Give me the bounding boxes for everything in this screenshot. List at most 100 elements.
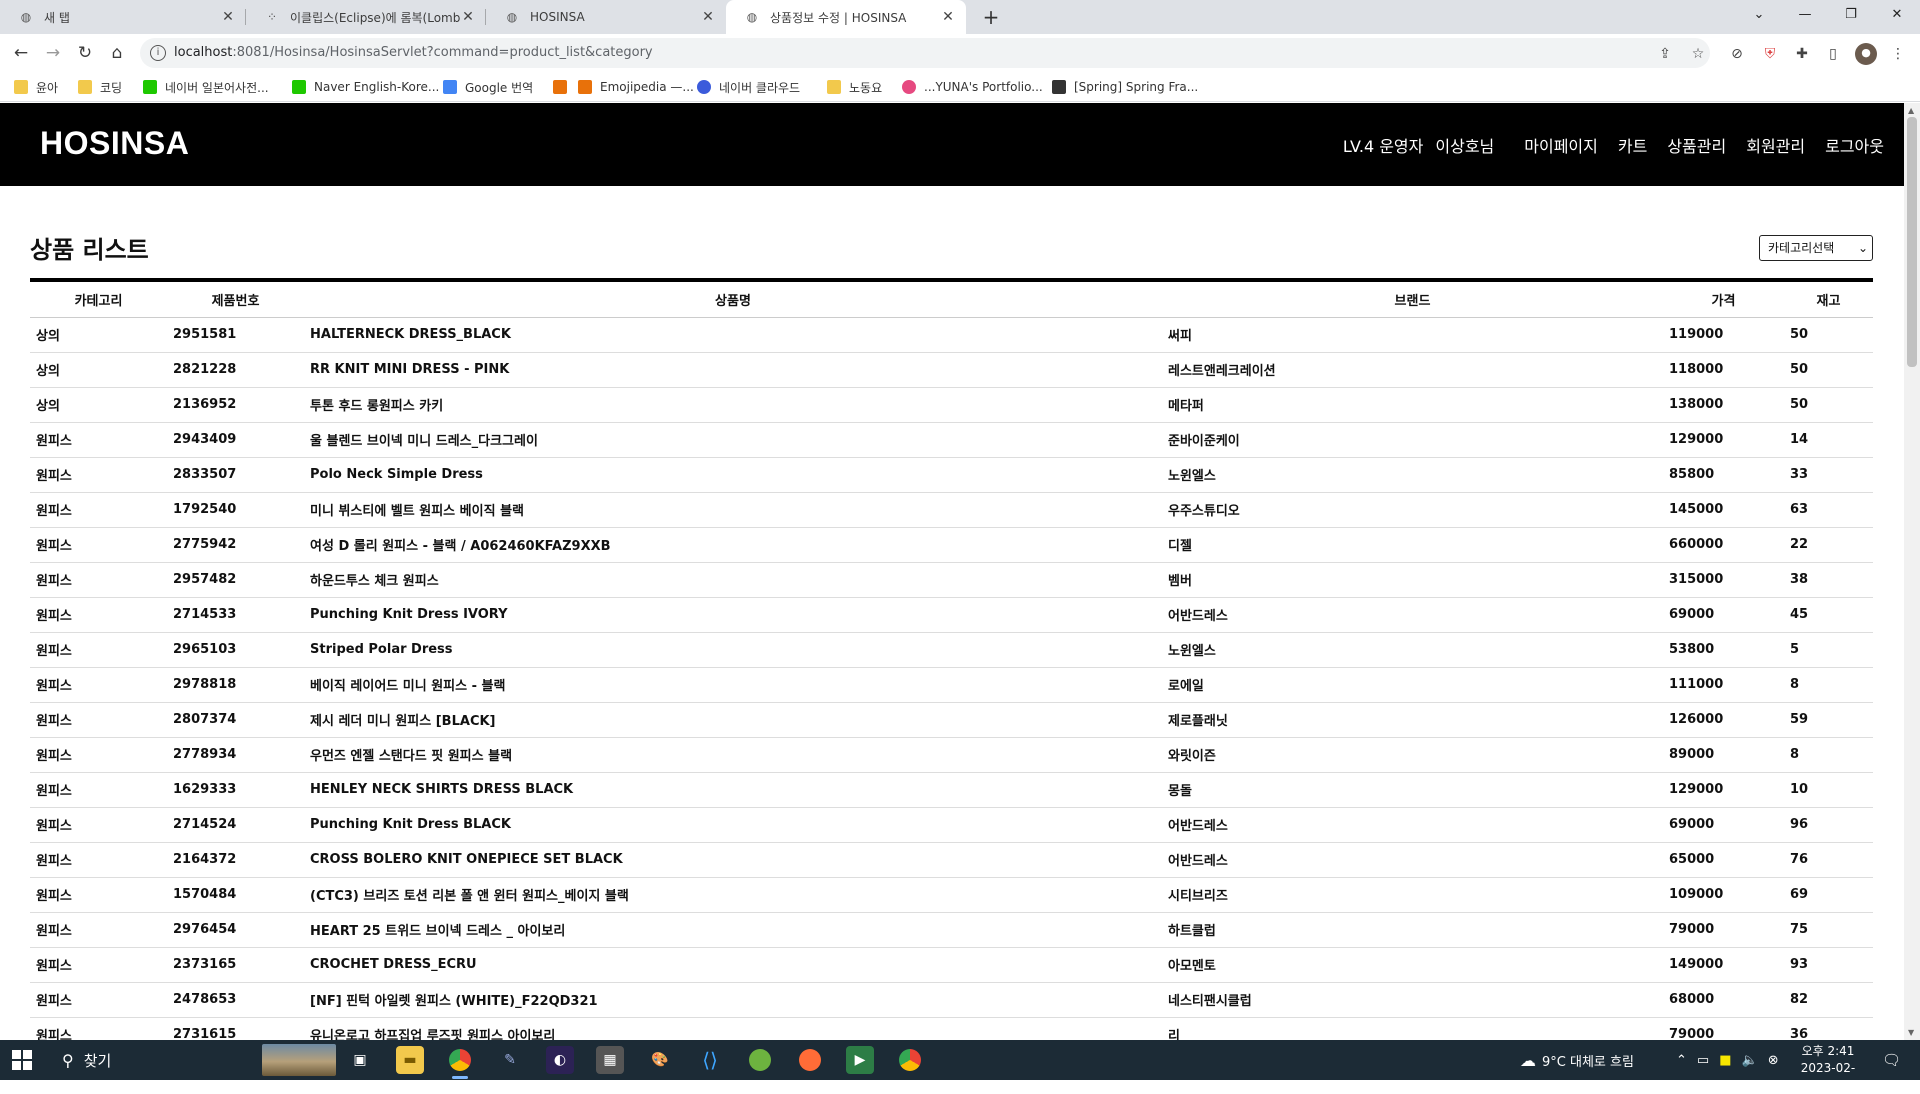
scroll-down-icon[interactable]: ▼ [1908,1028,1914,1037]
profile-avatar[interactable]: ● [1855,43,1877,65]
table-row[interactable]: 원피스 2775942 여성 D 롤리 원피스 - 블랙 / A062460KFAZ… [30,527,1873,563]
cell-price: 145000 [1663,492,1784,528]
address-bar[interactable]: i localhost:8081/Hosinsa/HosinsaServlet?… [140,38,1710,68]
bookmark-folder-coding[interactable]: 코딩 [78,78,122,96]
table-row[interactable]: 원피스 2714533 Punching Knit Dress IVORY 어반드레스… [30,597,1873,633]
close-icon[interactable]: ✕ [460,9,476,25]
window-close-icon[interactable]: ✕ [1874,0,1920,30]
table-row[interactable]: 원피스 1792540 미니 뷔스티에 벨트 원피스 베이직 블랙 우주스튜디오 145… [30,492,1873,528]
bookmark-icon-only[interactable] [553,78,575,96]
bookmark-star-icon[interactable]: ☆ [1688,44,1708,64]
table-row[interactable]: 상의 2136952 투톤 후드 롱원피스 카키 메타퍼 138000 50 [30,387,1873,423]
back-icon[interactable]: ← [8,40,34,66]
notification-icon[interactable]: 🗨 [1882,1040,1901,1080]
cell-brand: 몽돌 [1162,772,1663,808]
bookmark-naver-cloud[interactable]: 네이버 클라우드 [697,78,800,96]
extensions-puzzle-icon[interactable]: ✚ [1792,44,1812,64]
kakaotalk-icon[interactable]: ■ [1719,1053,1731,1068]
vscode-icon[interactable]: ⟨⟩ [696,1046,724,1074]
tab-hosinsa[interactable]: ◍ HOSINSA ✕ [486,0,726,34]
menu-kebab-icon[interactable]: ⋮ [1888,44,1908,64]
notepad-icon[interactable]: ✎ [496,1046,524,1074]
bookmark-google-translate[interactable]: Google 번역 [443,78,533,96]
tab-search-icon[interactable]: ⌄ [1736,0,1782,30]
table-row[interactable]: 원피스 2714524 Punching Knit Dress BLACK 어반드레스… [30,807,1873,843]
nav-mypage[interactable]: 마이페이지 [1524,133,1598,157]
cell-category: 원피스 [30,912,167,948]
table-row[interactable]: 원피스 2778934 우먼즈 엔젤 스탠다드 핏 원피스 블랙 와릿이즌 89000 8 [30,737,1873,773]
file-explorer-icon[interactable]: ▬ [396,1046,424,1074]
bookmark-folder-yuna[interactable]: 윤아 [14,78,58,96]
nav-cart[interactable]: 카트 [1618,133,1647,157]
scroll-up-icon[interactable]: ▲ [1908,106,1914,115]
volume-icon[interactable]: 🔈 [1742,1053,1758,1068]
share-icon[interactable]: ⇪ [1655,44,1675,64]
cell-price: 129000 [1663,422,1784,458]
table-row[interactable]: 원피스 2943409 울 블렌드 브이넥 미니 드레스_다크그레이 준바이준케이 12… [30,422,1873,458]
chrome-icon[interactable] [446,1046,474,1079]
bookmark-folder-work-music[interactable]: 노동요 [827,78,882,96]
scrollbar-thumb[interactable] [1907,117,1917,367]
cell-product-name: 제시 레더 미니 원피스 [BLACK] [304,702,1162,738]
page-scrollbar[interactable]: ▲ ▼ [1904,103,1920,1040]
bookmark-emojipedia[interactable]: Emojipedia —... [578,78,694,96]
side-panel-icon[interactable]: ▯ [1823,44,1843,64]
nav-logout[interactable]: 로그아웃 [1825,133,1884,157]
forward-icon[interactable]: → [40,40,66,66]
page-title: 상품 리스트 [30,236,149,264]
search-highlight-image[interactable] [262,1044,336,1076]
new-tab-button[interactable]: + [978,4,1004,30]
heart-icon [902,80,916,94]
weather-widget[interactable]: ☁ 9°C 대체로 흐림 [1520,1040,1634,1080]
bookmark-spring-framework[interactable]: [Spring] Spring Fra... [1052,78,1198,96]
minimize-icon[interactable]: — [1782,0,1828,30]
eclipse-icon[interactable]: ◐ [546,1046,574,1074]
windows-start-icon[interactable] [12,1050,32,1070]
calculator-icon[interactable]: ▦ [596,1046,624,1074]
cell-product-no: 1792540 [167,492,304,528]
task-view-icon[interactable]: ▣ [346,1046,374,1074]
paint-icon[interactable]: 🎨 [646,1046,674,1074]
chrome-second-icon[interactable] [896,1046,924,1074]
nav-member-admin[interactable]: 회원관리 [1746,133,1805,157]
site-info-icon[interactable]: i [150,45,166,61]
home-icon[interactable]: ⌂ [104,40,130,66]
network-icon[interactable]: ▭ [1697,1053,1709,1068]
restore-icon[interactable]: ❐ [1828,0,1874,30]
close-icon[interactable]: ✕ [220,9,236,25]
url-text[interactable]: localhost:8081/Hosinsa/HosinsaServlet?co… [174,45,653,60]
chevron-up-icon[interactable]: ⌃ [1676,1053,1687,1068]
tab-new-tab[interactable]: ◍ 새 탭 ✕ [0,0,246,34]
input-method-icon[interactable]: ⊗ [1768,1053,1779,1068]
close-icon[interactable]: ✕ [700,9,716,25]
system-clock[interactable]: 오후 2:41 2023-02-06 [1796,1043,1860,1094]
table-row[interactable]: 상의 2951581 HALTERNECK DRESS_BLACK 써피 119000 5… [30,317,1873,353]
bookmark-yuna-portfolio[interactable]: ...YUNA's Portfolio... [902,78,1043,96]
spring-tool-icon[interactable] [749,1049,771,1071]
table-row[interactable]: 원피스 2978818 베이직 레이어드 미니 원피스 - 블랙 로에일 111000 8 [30,667,1873,703]
table-row[interactable]: 원피스 2833507 Polo Neck Simple Dress 노윈엘스 8580… [30,457,1873,493]
reload-icon[interactable]: ↻ [72,40,98,66]
tab-eclipse-lombok[interactable]: ⁘ 이클립스(Eclipse)에 롬복(Lombo ✕ [246,0,486,34]
table-row[interactable]: 원피스 2478653 [NF] 핀턱 아일렛 원피스 (WHITE)_F22QD3… [30,982,1873,1018]
table-row[interactable]: 원피스 2164372 CROSS BOLERO KNIT ONEPIECE SET… [30,842,1873,878]
tab-product-edit[interactable]: ◍ 상품정보 수정 | HOSINSA ✕ [726,0,966,34]
close-icon[interactable]: ✕ [940,9,956,25]
table-row[interactable]: 원피스 2957482 하운드투스 체크 원피스 벰버 315000 38 [30,562,1873,598]
table-row[interactable]: 원피스 2807374 제시 레더 미니 원피스 [BLACK] 제로플래닛 12600… [30,702,1873,738]
postman-icon[interactable] [799,1049,821,1071]
table-row[interactable]: 원피스 2965103 Striped Polar Dress 노윈엘스 53800 5 [30,632,1873,668]
extension-block-icon[interactable]: ⊘ [1727,44,1747,64]
shield-icon[interactable]: ⛨ [1760,44,1780,64]
bookmark-naver-english[interactable]: Naver English-Kore... [292,78,439,96]
site-logo[interactable]: HOSINSA [40,125,189,162]
table-row[interactable]: 원피스 2373165 CROCHET DRESS_ECRU 아모멘토 149000 93 [30,947,1873,983]
nav-product-admin[interactable]: 상품관리 [1667,133,1726,157]
table-row[interactable]: 상의 2821228 RR KNIT MINI DRESS - PINK 레스트앤레크… [30,352,1873,388]
category-select[interactable]: 카테고리선택 ⌄ [1759,235,1873,261]
bookmark-naver-japanese[interactable]: 네이버 일본어사전... [143,78,269,96]
table-row[interactable]: 원피스 1629333 HENLEY NECK SHIRTS DRESS BLACK… [30,772,1873,808]
media-app-icon[interactable]: ▶ [846,1046,874,1074]
table-row[interactable]: 원피스 2976454 HEART 25 트위드 브이넥 드레스 _ 아이보리 하트클… [30,912,1873,948]
table-row[interactable]: 원피스 1570484 (CTC3) 브리즈 토션 리본 폴 앤 윈터 원피스_베이… [30,877,1873,913]
